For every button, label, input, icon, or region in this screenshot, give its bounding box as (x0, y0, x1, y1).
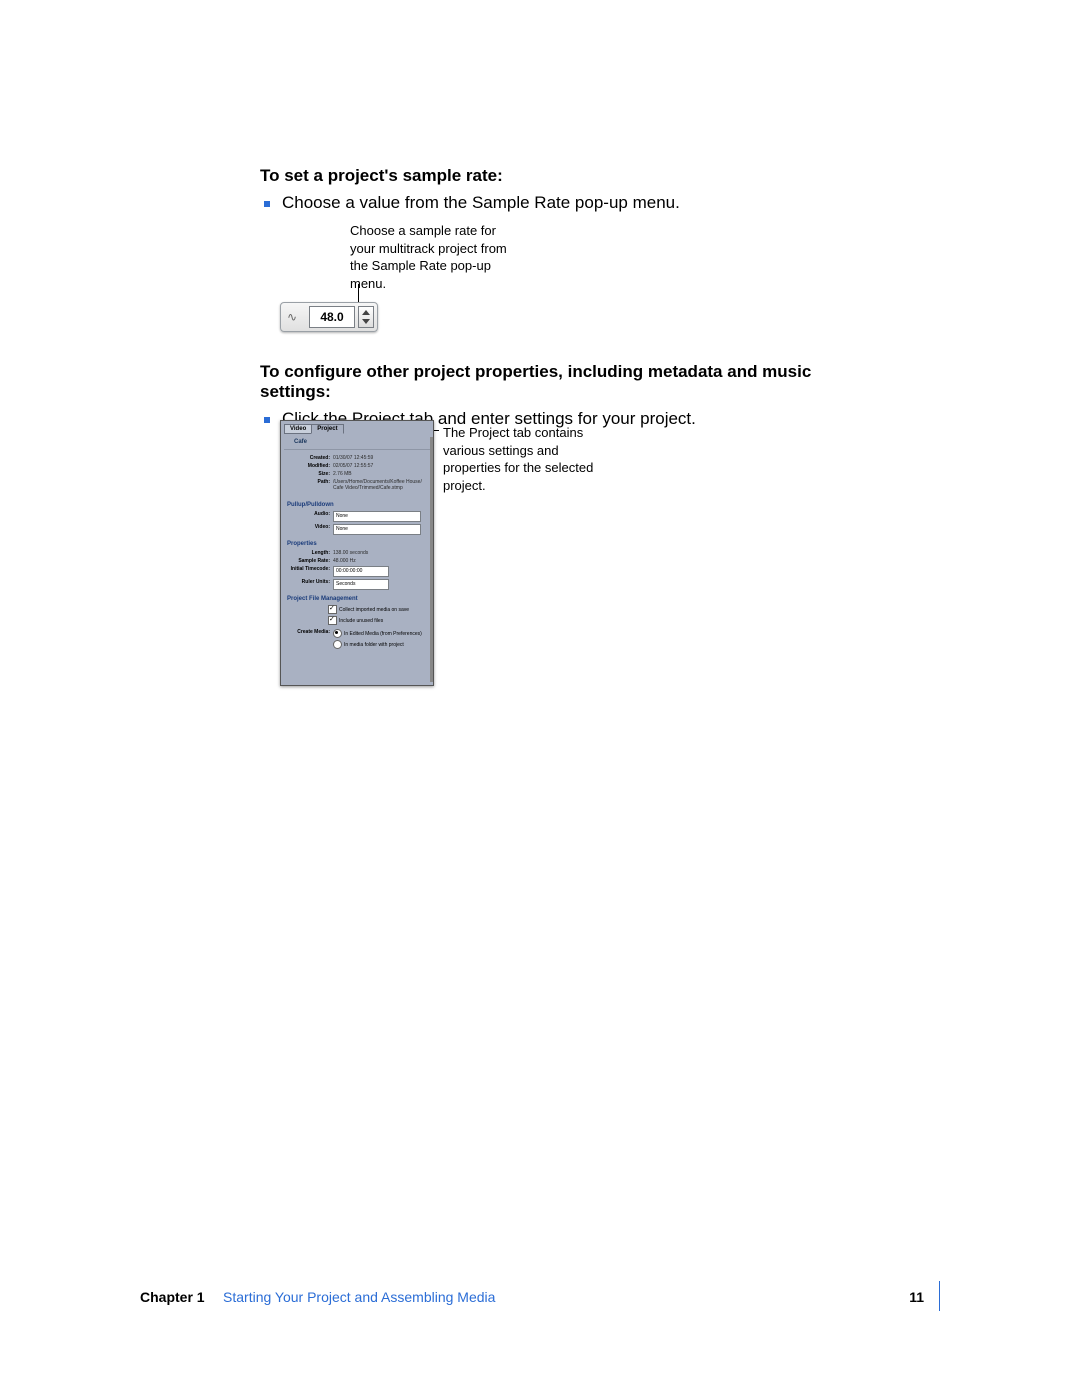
timecode-field[interactable]: 00:00:00:00 (333, 566, 389, 577)
modified-value: 02/05/07 12:55:57 (333, 463, 373, 469)
audio-select[interactable]: None (333, 511, 421, 522)
section-sample-rate: To set a project's sample rate: Choose a… (260, 166, 880, 215)
created-value: 01/30/07 12:45:59 (333, 455, 373, 461)
label: Created: (288, 455, 333, 461)
label: Size: (288, 471, 333, 477)
label: Ruler Units: (288, 579, 333, 590)
path-value: /Users/Home/Documents/Koffee House/Cafe … (333, 479, 423, 491)
callout-sample-rate: Choose a sample rate for your multitrack… (350, 222, 520, 292)
footer-rule (939, 1281, 940, 1311)
checkbox-row: Include unused files (328, 616, 426, 625)
label: Modified: (288, 463, 333, 469)
panel-tabs: Video Project (284, 424, 343, 434)
tab-video[interactable]: Video (284, 424, 312, 434)
label: Create Media: (288, 629, 333, 638)
section-header: Pullup/Pulldown (287, 502, 430, 508)
checkbox-row: Collect imported media on save (328, 605, 426, 614)
bullet-item: Choose a value from the Sample Rate pop-… (260, 192, 880, 215)
checkbox-include[interactable] (328, 616, 337, 625)
label: Sample Rate: (288, 558, 333, 564)
document-page: { "heading1": "To set a project's sample… (0, 0, 1080, 1397)
checkbox-collect[interactable] (328, 605, 337, 614)
tab-project[interactable]: Project (311, 424, 343, 434)
heading-project-properties: To configure other project properties, i… (260, 362, 880, 402)
stepper-arrows-icon[interactable] (358, 306, 374, 328)
bullet-list: Choose a value from the Sample Rate pop-… (260, 192, 880, 215)
label: Path: (288, 479, 333, 491)
section-header: Project File Management (287, 596, 430, 602)
chapter-label: Chapter 1 (140, 1289, 205, 1305)
ruler-units-select[interactable]: Seconds (333, 579, 389, 590)
panel-body: Cafe Created:01/30/07 12:45:59 Modified:… (284, 437, 430, 682)
label: Video: (288, 524, 333, 535)
page-number: 11 (909, 1289, 924, 1305)
label: Audio: (288, 511, 333, 522)
callout-project-tab: The Project tab contains various setting… (443, 424, 603, 494)
chapter-title: Starting Your Project and Assembling Med… (223, 1289, 495, 1305)
video-select[interactable]: None (333, 524, 421, 535)
page-footer: Chapter 1 Starting Your Project and Asse… (140, 1289, 940, 1319)
radio-media-folder[interactable] (333, 640, 342, 649)
heading-sample-rate: To set a project's sample rate: (260, 166, 880, 186)
sample-rate-value[interactable]: 48.0 (309, 306, 355, 328)
project-name: Cafe (284, 437, 430, 450)
sample-rate-value: 48.000 Hz (333, 558, 356, 564)
sample-rate-popup[interactable]: ∿ 48.0 (280, 302, 378, 332)
size-value: 2.76 MB (333, 471, 352, 477)
radio-edited-media[interactable] (333, 629, 342, 638)
label: Initial Timecode: (288, 566, 333, 577)
length-value: 138.00 seconds (333, 550, 368, 556)
section-header: Properties (287, 541, 430, 547)
project-panel: Video Project Cafe Created:01/30/07 12:4… (280, 420, 434, 686)
label: Length: (288, 550, 333, 556)
waveform-icon: ∿ (287, 310, 297, 324)
